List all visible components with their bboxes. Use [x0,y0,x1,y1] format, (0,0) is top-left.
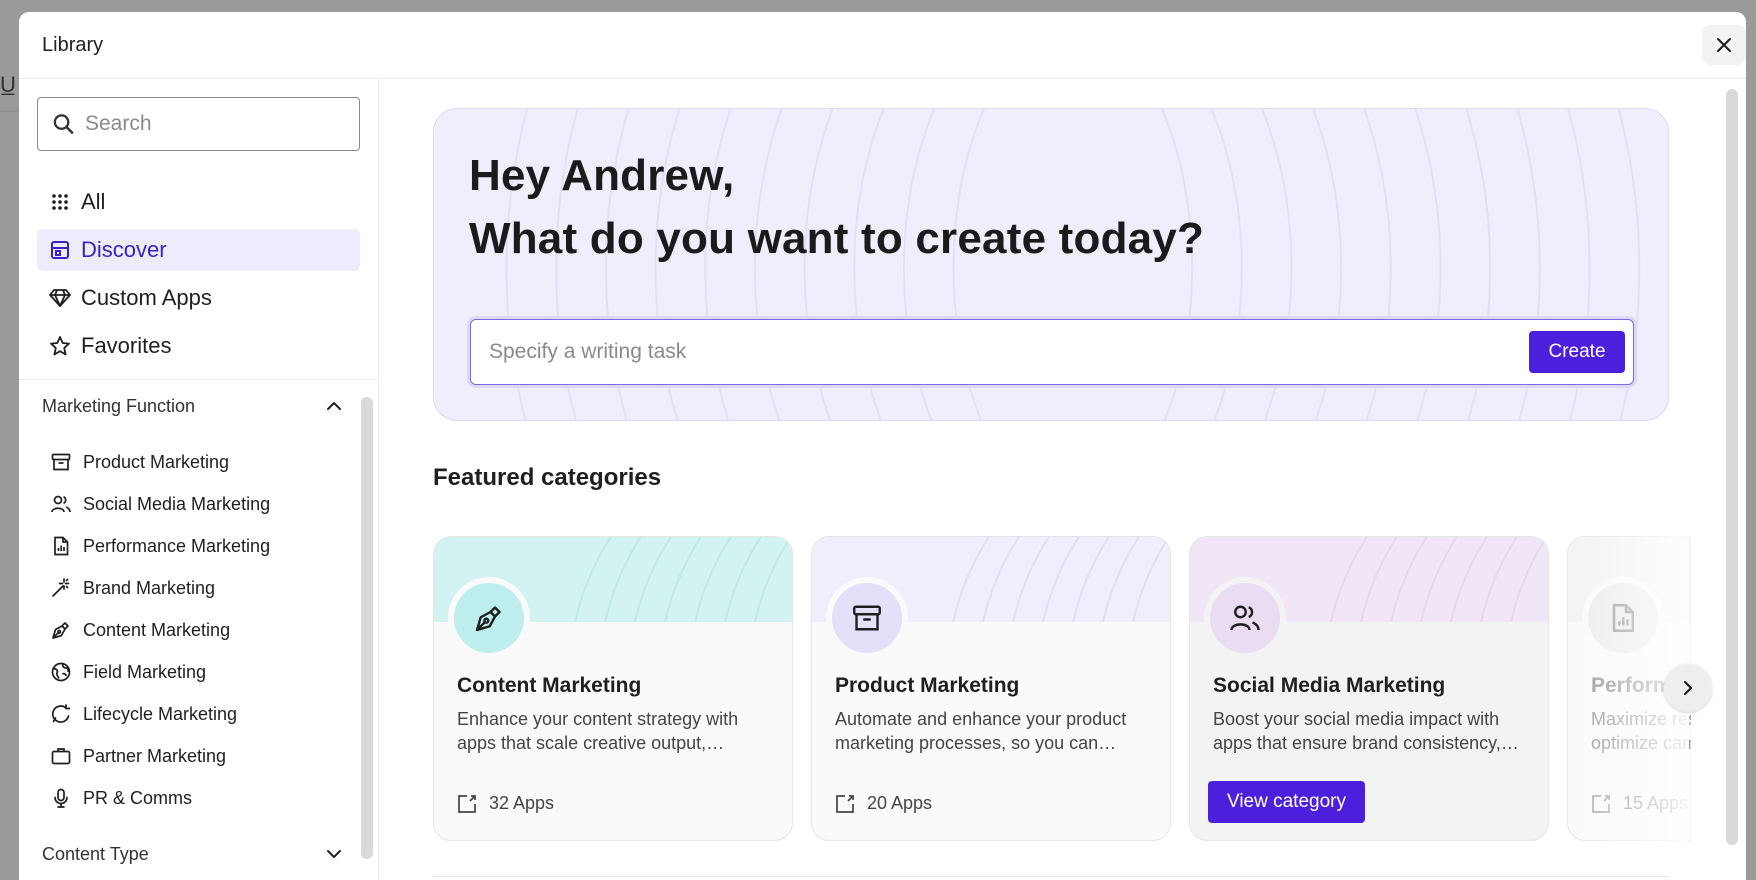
featured-cards: Content Marketing Enhance your content s… [433,536,1691,842]
sidebar-item-label: PR & Comms [83,787,193,808]
hero-greeting: Hey Andrew, [469,151,735,200]
sidebar-item-label: Partner Marketing [83,745,227,766]
card-title: Content Marketing [457,674,642,697]
group-header-content-type[interactable]: Content Type [42,839,342,869]
sidebar-item-label: Content Marketing [83,619,231,640]
card-description: Maximize results with apps that let you … [1591,709,1691,753]
chevron-up-icon [327,402,341,410]
card-icon-circle [826,577,908,659]
archive-box-icon [853,605,881,631]
main-content: Hey Andrew, What do you want to create t… [379,79,1746,880]
group-label: Content Type [42,843,149,864]
briefcase-icon [51,746,71,766]
create-button[interactable]: Create [1529,331,1625,373]
card-app-count: 32 Apps [457,793,554,814]
sidebar-item-partner-marketing[interactable]: Partner Marketing [51,735,351,777]
storefront-icon [49,239,71,261]
hero-banner: Hey Andrew, What do you want to create t… [433,108,1669,421]
app-stack-icon [1592,794,1610,813]
writing-task-box[interactable]: Create [470,319,1634,385]
chevron-right-icon [1684,681,1692,695]
grid-icon [49,191,71,213]
sidebar-item-label: Brand Marketing [83,577,216,598]
card-description: Boost your social media impact with apps… [1213,709,1501,753]
nav-item-label: All [81,189,106,214]
modal-title: Library [42,33,104,56]
sidebar: All Discover Custom Apps Favorites [19,79,379,880]
marketing-function-list: Product Marketing Social Media Marketing… [51,441,351,819]
card-title: Product Marketing [835,674,1020,697]
microphone-icon [51,788,71,808]
nav-item-favorites[interactable]: Favorites [37,325,360,367]
hero-question: What do you want to create today? [469,214,1205,263]
card-icon-circle [1204,577,1286,659]
chevron-down-icon [327,850,341,858]
category-card-content-marketing[interactable]: Content Marketing Enhance your content s… [433,536,793,841]
magic-wand-icon [51,578,71,598]
background-underline-icon: U̲ [0,72,16,97]
chart-file-icon [51,536,71,556]
featured-categories-title: Featured categories [433,464,662,491]
sidebar-item-label: Performance Marketing [83,535,271,556]
nav-item-label: Favorites [81,333,172,358]
pen-nib-icon [51,620,71,640]
nav-item-all[interactable]: All [37,181,360,223]
chat-cycle-icon [51,704,71,724]
sidebar-item-product-marketing[interactable]: Product Marketing [51,441,351,483]
card-icon-circle [1582,577,1664,659]
sidebar-item-label: Field Marketing [83,661,207,682]
sidebar-nav: All Discover Custom Apps Favorites [37,181,360,373]
app-stack-icon [836,794,854,813]
sidebar-item-social-media-marketing[interactable]: Social Media Marketing [51,483,351,525]
sidebar-divider [19,379,378,380]
card-description: Enhance your content strategy with apps … [457,709,739,753]
card-app-count: 20 Apps [835,793,932,814]
category-card-product-marketing[interactable]: Product Marketing Automate and enhance y… [811,536,1171,841]
nav-item-label: Discover [81,237,167,262]
sidebar-item-brand-marketing[interactable]: Brand Marketing [51,567,351,609]
globe-icon [51,662,71,682]
card-app-count: 15 Apps [1591,793,1688,814]
users-icon [51,494,71,514]
view-category-button[interactable]: View category [1208,781,1365,823]
modal-header: Library [19,12,1746,79]
sidebar-item-label: Lifecycle Marketing [83,703,238,724]
search-icon [53,114,74,134]
section-divider [433,876,1669,877]
sidebar-item-field-marketing[interactable]: Field Marketing [51,651,351,693]
app-stack-icon [458,794,476,813]
users-icon [1230,605,1260,631]
card-icon-circle [448,577,530,659]
diamond-icon [49,287,71,309]
close-icon [1717,38,1731,52]
sidebar-item-lifecycle-marketing[interactable]: Lifecycle Marketing [51,693,351,735]
nav-item-label: Custom Apps [81,285,212,310]
sidebar-item-performance-marketing[interactable]: Performance Marketing [51,525,351,567]
pen-nib-icon [475,606,501,632]
sidebar-item-label: Product Marketing [83,451,230,472]
search-input[interactable] [85,112,345,136]
sidebar-item-content-marketing[interactable]: Content Marketing [51,609,351,651]
card-title: Social Media Marketing [1213,674,1446,697]
library-modal: Library All Discover [19,12,1746,880]
carousel-next-button[interactable] [1664,664,1712,712]
sidebar-item-label: Social Media Marketing [83,493,271,514]
star-icon [49,335,71,357]
nav-item-custom-apps[interactable]: Custom Apps [37,277,360,319]
writing-task-input[interactable] [489,340,1489,364]
archive-box-icon [51,452,71,472]
sidebar-item-pr-comms[interactable]: PR & Comms [51,777,351,819]
card-description: Automate and enhance your product market… [835,709,1127,753]
sidebar-scrollbar[interactable] [361,397,373,859]
search-box[interactable] [37,97,360,151]
main-scrollbar[interactable] [1726,89,1738,845]
chart-file-icon [1612,604,1634,632]
close-button[interactable] [1702,25,1746,65]
category-card-social-media-marketing[interactable]: Social Media Marketing Boost your social… [1189,536,1549,841]
group-label: Marketing Function [42,395,196,416]
nav-item-discover[interactable]: Discover [37,229,360,271]
group-header-marketing-function[interactable]: Marketing Function [42,391,342,421]
